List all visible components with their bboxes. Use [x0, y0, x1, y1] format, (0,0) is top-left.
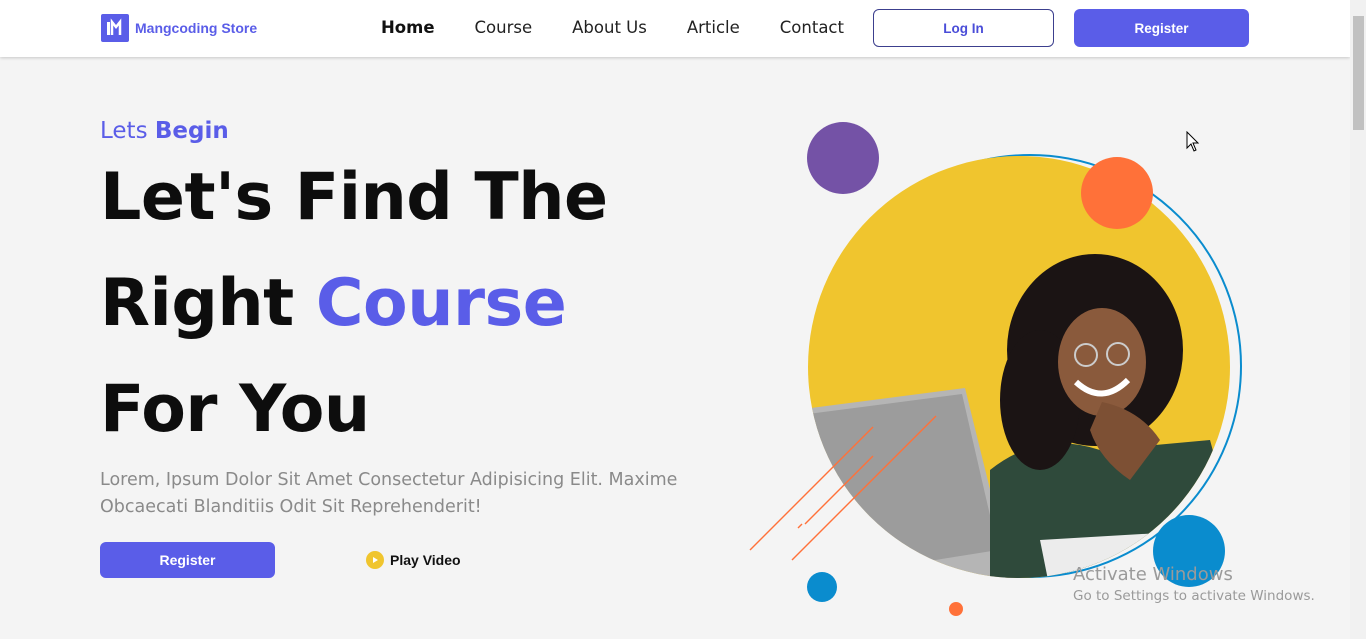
nav-contact[interactable]: Contact	[780, 18, 844, 37]
orange-dot-small	[949, 602, 963, 616]
login-button[interactable]: Log In	[873, 9, 1054, 47]
register-button-header[interactable]: Register	[1074, 9, 1249, 47]
main-nav: Home Course About Us Article Contact	[381, 18, 884, 37]
play-icon	[366, 551, 384, 569]
logo-icon	[101, 14, 129, 42]
cursor-icon	[1186, 131, 1200, 152]
play-video-button[interactable]: Play Video	[366, 551, 461, 569]
orange-dot	[1081, 157, 1153, 229]
register-button-hero[interactable]: Register	[100, 542, 275, 578]
headline-line-3: For You	[100, 372, 370, 447]
kicker-bold: Begin	[154, 118, 229, 144]
headline-line-2-plain: Right	[100, 266, 316, 341]
purple-dot	[807, 122, 879, 194]
page-scrollbar[interactable]	[1350, 0, 1366, 639]
hero-description: Lorem, Ipsum Dolor Sit Amet Consectetur …	[100, 470, 678, 517]
watermark-title: Activate Windows	[1073, 564, 1233, 585]
nav-about-us[interactable]: About Us	[572, 18, 647, 37]
play-video-label: Play Video	[390, 552, 461, 568]
kicker-plain: Lets	[100, 118, 155, 144]
brand-name: Mangcoding Store	[135, 20, 258, 36]
scrollbar-thumb[interactable]	[1353, 16, 1364, 130]
headline-line-1: Let's Find The	[100, 160, 608, 235]
headline-accent: Course	[315, 266, 567, 341]
hero-kicker: Lets Begin	[100, 118, 229, 144]
navbar: Mangcoding Store Home Course About Us Ar…	[0, 0, 1350, 57]
brand[interactable]: Mangcoding Store	[101, 14, 257, 42]
watermark-subtitle: Go to Settings to activate Windows.	[1073, 588, 1315, 604]
windows-watermark: Activate Windows Go to Settings to activ…	[1073, 564, 1315, 604]
blue-dot-small	[807, 572, 837, 602]
headline-line-2: Right Course	[100, 266, 567, 341]
nav-article[interactable]: Article	[687, 18, 740, 37]
nav-course[interactable]: Course	[475, 18, 533, 37]
nav-home[interactable]: Home	[381, 18, 435, 37]
hero-illustration	[749, 122, 1242, 616]
